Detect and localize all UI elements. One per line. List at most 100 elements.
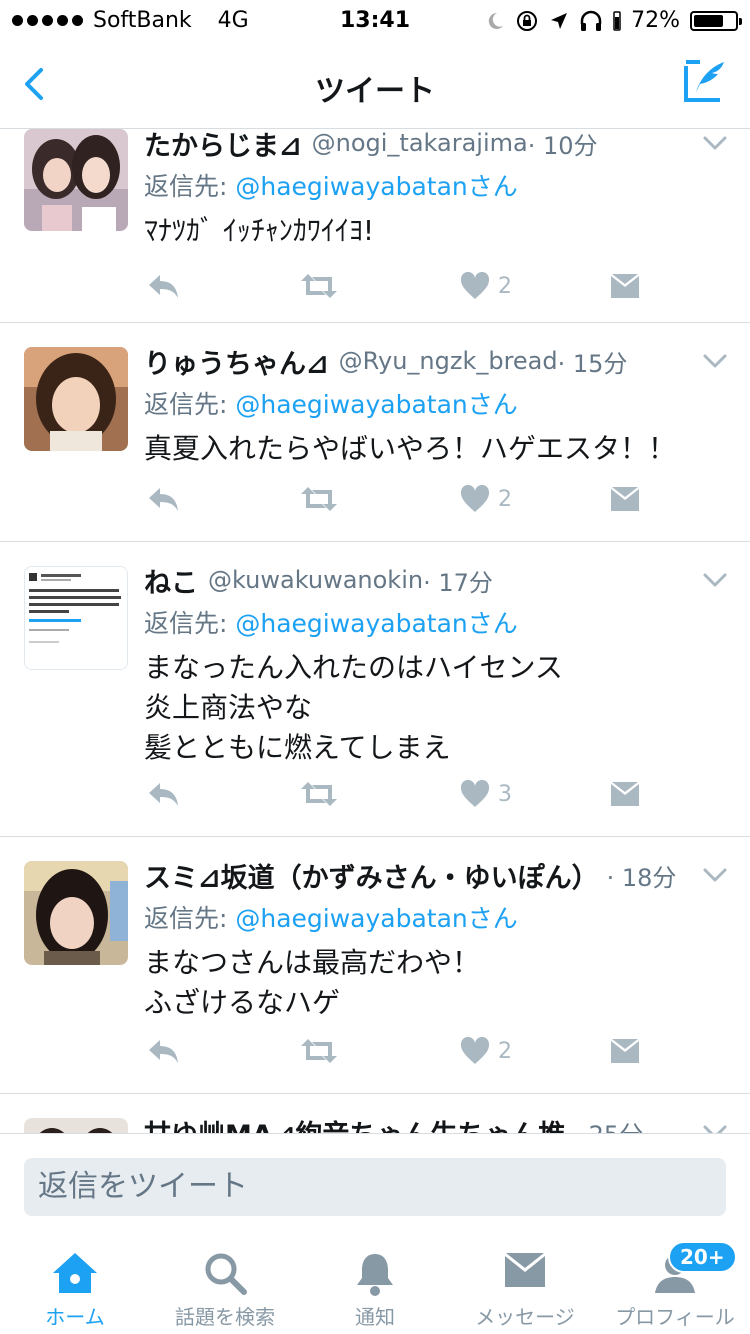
location-icon (551, 12, 568, 29)
like-button[interactable]: 2 (460, 485, 512, 513)
reply-to-prefix: 返信先: (144, 390, 236, 419)
retweet-button[interactable] (300, 272, 338, 300)
retweet-button[interactable] (300, 485, 338, 513)
tweet-text: まなったん入れたのはハイセンス 炎上商法やな 髪とともに燃えてしまえ (144, 648, 720, 768)
retweet-icon (301, 782, 337, 806)
reply-button[interactable] (146, 780, 180, 808)
reply-to-line: 返信先: @haegiwayabatanさん (144, 167, 720, 203)
reply-to-line: 返信先: @haegiwayabatanさん (144, 385, 720, 421)
like-count: 2 (498, 273, 512, 299)
tab-label: 通知 (355, 1305, 395, 1329)
tab-profile[interactable]: 20+ プロフィール (600, 1233, 750, 1334)
chevron-down-icon[interactable] (702, 572, 728, 588)
tab-messages[interactable]: メッセージ (450, 1233, 600, 1334)
chevron-down-icon[interactable] (702, 1124, 728, 1133)
avatar[interactable] (24, 129, 128, 231)
author-handle[interactable]: @nogi_takarajima (312, 129, 528, 157)
reply-to-line: 返信先: @haegiwayabatanさん (144, 899, 720, 935)
reply-input[interactable]: 返信をツイート (24, 1158, 726, 1216)
do-not-disturb-icon (488, 12, 504, 29)
author-name[interactable]: たからじま⊿ (144, 129, 302, 163)
reply-icon (149, 488, 178, 511)
tweet[interactable]: りゅうちゃん⊿ @Ryu_ngzk_bread · 15分 返信先: @haeg… (0, 323, 750, 542)
like-count: 2 (498, 1038, 512, 1064)
tweet[interactable]: スミ⊿坂道（かずみさん・ゆいぽん） · 18分 返信先: @haegiwayab… (0, 837, 750, 1094)
author-handle[interactable]: @kuwakuwanokin (208, 566, 423, 594)
retweet-button[interactable] (300, 780, 338, 808)
status-bar: SoftBank 4G 13:41 72% (0, 0, 750, 40)
tweet[interactable]: たからじま⊿ @nogi_takarajima · 10分 返信先: @haeg… (0, 129, 750, 323)
direct-message-button[interactable] (610, 1038, 640, 1064)
reply-to-mention[interactable]: @haegiwayabatanさん (235, 904, 517, 933)
reply-icon (149, 783, 178, 806)
reply-to-mention[interactable]: @haegiwayabatanさん (235, 609, 517, 638)
reply-to-mention[interactable]: @haegiwayabatanさん (235, 172, 517, 201)
tweet-time: · 18分 (606, 863, 677, 892)
rotation-lock-icon (517, 10, 538, 31)
reply-button[interactable] (146, 1037, 180, 1065)
compose-tweet-icon[interactable] (682, 58, 728, 104)
tweet-text-line: 炎上商法やな (144, 691, 313, 724)
direct-message-button[interactable] (610, 486, 640, 512)
notification-badge: 20+ (668, 1241, 737, 1273)
retweet-icon (301, 274, 337, 298)
heart-icon (460, 485, 490, 512)
envelope-icon (611, 782, 639, 806)
tweet[interactable]: ねこ @kuwakuwanokin · 17分 返信先: @haegiwayab… (0, 542, 750, 837)
reply-to-prefix: 返信先: (144, 609, 236, 638)
home-icon (53, 1253, 97, 1293)
bell-icon (357, 1254, 393, 1296)
tweet-text-line: まなつさんは最高だわや！ (144, 946, 481, 979)
like-button[interactable]: 2 (460, 272, 512, 300)
tab-label: ホーム (45, 1305, 105, 1329)
tab-notifications[interactable]: 通知 (300, 1233, 450, 1334)
avatar[interactable] (24, 1118, 128, 1133)
tweet-text: 真夏入れたらやばいやろ！ハゲエスタ！！ (144, 432, 677, 465)
reply-to-prefix: 返信先: (144, 904, 236, 933)
like-count: 2 (498, 486, 512, 512)
tab-label: メッセージ (475, 1305, 575, 1329)
tab-search[interactable]: 話題を検索 (150, 1233, 300, 1334)
envelope-icon (611, 1039, 639, 1063)
direct-message-button[interactable] (610, 273, 640, 299)
tweet-time: · 10分 (527, 131, 598, 160)
author-handle[interactable]: @Ryu_ngzk_bread (339, 347, 558, 375)
like-count: 3 (498, 781, 512, 807)
reply-button[interactable] (146, 485, 180, 513)
like-button[interactable]: 3 (460, 780, 512, 808)
navigation-bar: ツイート (0, 40, 750, 129)
reply-to-mention[interactable]: @haegiwayabatanさん (235, 390, 517, 419)
direct-message-button[interactable] (610, 781, 640, 807)
author-name[interactable]: りゅうちゃん⊿ (144, 342, 329, 381)
headphones-icon (580, 10, 602, 31)
headphone-battery-icon (613, 10, 621, 31)
tab-home[interactable]: ホーム (0, 1233, 150, 1334)
tab-bar: ホーム 話題を検索 通知 メッセージ 20+ プロフィール (0, 1233, 750, 1334)
reply-icon (149, 1040, 178, 1063)
tweet[interactable]: 甘ゆ艸ΜΑ⊿絢音ちゃん生ちゃん推 · 25分 (0, 1094, 750, 1133)
chevron-down-icon[interactable] (702, 353, 728, 369)
tweet-time: · 17分 (423, 568, 493, 597)
author-name[interactable]: スミ⊿坂道（かずみさん・ゆいぽん） (144, 856, 599, 895)
reply-to-prefix: 返信先: (144, 172, 236, 201)
like-button[interactable]: 2 (460, 1037, 512, 1065)
envelope-icon (611, 487, 639, 511)
avatar[interactable] (24, 861, 128, 965)
avatar[interactable] (24, 566, 128, 670)
tab-label: 話題を検索 (175, 1305, 275, 1329)
retweet-icon (301, 1039, 337, 1063)
tweet-text-line: ふざけるなハゲ (144, 986, 341, 1019)
tweet-text: ﾏﾅﾂｶﾞ ｲｯﾁｬﾝｶﾜｲｲﾖ! (144, 214, 375, 247)
reply-to-line: 返信先: @haegiwayabatanさん (144, 604, 720, 640)
author-name[interactable]: ねこ (144, 561, 198, 600)
reply-timeline[interactable]: たからじま⊿ @nogi_takarajima · 10分 返信先: @haeg… (0, 129, 750, 1133)
chevron-down-icon[interactable] (702, 135, 728, 151)
reply-button[interactable] (146, 272, 180, 300)
tab-label: プロフィール (615, 1305, 735, 1329)
retweet-button[interactable] (300, 1037, 338, 1065)
reply-icon (149, 275, 178, 298)
avatar[interactable] (24, 347, 128, 451)
chevron-down-icon[interactable] (702, 867, 728, 883)
author-name[interactable]: 甘ゆ艸ΜΑ⊿絢音ちゃん生ちゃん推 (144, 1113, 565, 1134)
search-icon (205, 1253, 247, 1295)
